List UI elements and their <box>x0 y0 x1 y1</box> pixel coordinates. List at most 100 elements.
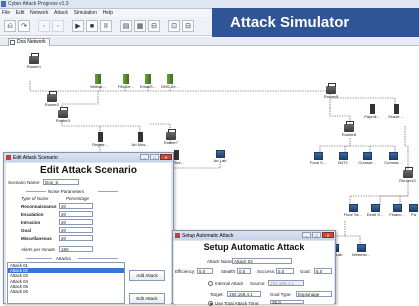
oracle-node[interactable]: Oracle ... <box>384 104 408 119</box>
stealth-input[interactable]: 0.0 <box>237 268 251 274</box>
web-server-node[interactable]: Websit... <box>86 74 110 89</box>
tab-dos-network[interactable]: Dos Network <box>8 38 50 46</box>
food-server-node[interactable]: Food S... <box>306 152 330 165</box>
goal-weight-input[interactable]: 5.0 <box>314 268 332 274</box>
goal-label: Goal <box>21 228 32 233</box>
computer-icon <box>313 152 323 160</box>
pause-button[interactable]: II <box>100 20 112 32</box>
b4t2-node[interactable]: B4T2 <box>332 152 354 165</box>
floor-server-node[interactable]: Floor Se... <box>342 204 364 217</box>
router2-node[interactable]: Router2 <box>40 91 64 107</box>
server-icon <box>123 74 129 84</box>
finance-node[interactable]: Financ... <box>386 204 408 217</box>
server-icon <box>393 104 399 114</box>
scenario-name-input[interactable]: Dos_5 <box>43 179 79 185</box>
intrusion-input[interactable]: 20 <box>59 219 93 225</box>
add-attack-button[interactable]: Add Attack <box>129 270 165 281</box>
menu-simulation[interactable]: Simulation <box>74 10 97 16</box>
escalation-input[interactable]: 20 <box>59 211 93 217</box>
tab-label: Dos Network <box>17 39 46 45</box>
network-view-button[interactable]: ▤ <box>120 20 132 32</box>
dedit-server-node[interactable]: Dedit S... <box>364 204 386 217</box>
minimize-icon[interactable]: – <box>302 232 311 238</box>
router10-node[interactable]: Router10 <box>396 167 419 183</box>
success-label: Success: <box>257 269 276 274</box>
grid-view-button[interactable]: ▦ <box>134 20 146 32</box>
internal-attack-radio[interactable] <box>208 281 213 286</box>
undo-button[interactable]: ⎌ <box>4 20 16 32</box>
noise-separator-left <box>26 191 46 192</box>
webmaster-label: Webmst... <box>352 252 370 257</box>
setup-dialog-heading: Setup Automatic Attack <box>203 242 305 252</box>
reconnaissance-input[interactable]: 20 <box>59 203 93 209</box>
maximize-icon[interactable]: □ <box>312 232 321 238</box>
computer-icon <box>215 150 225 158</box>
target-select[interactable]: 192.168.4.1 <box>227 291 261 297</box>
layout-button[interactable]: ⊟ <box>148 20 160 32</box>
redo-button[interactable]: ↷ <box>18 20 30 32</box>
router-icon <box>47 91 57 102</box>
efficiency-input[interactable]: 5.0 <box>197 268 213 274</box>
tool-button-b[interactable]: ▫ <box>52 20 64 32</box>
menu-file[interactable]: File <box>2 10 10 16</box>
goal-type-select[interactable]: Espionage <box>296 291 332 297</box>
attack-name-input[interactable]: Attack 02 <box>232 258 292 264</box>
settings-button[interactable]: ⊡ <box>168 20 180 32</box>
play-button[interactable]: ▶ <box>72 20 84 32</box>
efficiency-label: Efficiency: <box>175 269 196 274</box>
router5-label: Router5 <box>323 94 339 99</box>
router8-node[interactable]: Router8 <box>338 121 360 137</box>
close-icon[interactable]: ✕ <box>160 154 172 160</box>
payroll-node[interactable]: Payroll... <box>360 104 384 119</box>
computer-icon <box>370 204 380 212</box>
pa-node[interactable]: Pa <box>408 204 419 217</box>
goal-input[interactable]: 20 <box>59 227 93 233</box>
router-icon <box>58 107 68 118</box>
stop-button[interactable]: ■ <box>86 20 98 32</box>
total-time-input[interactable]: 35.0 <box>270 300 304 305</box>
maximize-icon[interactable]: □ <box>150 154 159 160</box>
webmaster-node[interactable]: Webmst... <box>348 244 374 257</box>
comma-node[interactable]: Comma... <box>380 152 406 165</box>
setup-dialog-titlebar: Setup Automatic Attack – □ ✕ <box>173 231 335 240</box>
computer-icon <box>388 152 398 160</box>
miscellaneous-input[interactable]: 20 <box>59 235 93 241</box>
computer-icon <box>356 244 366 252</box>
minimize-icon[interactable]: – <box>140 154 149 160</box>
dns-server-node[interactable]: DNS Se... <box>158 74 182 89</box>
edit-attack-scenario-dialog: Edit Attack Scenario – □ ✕ Edit Attack Sce… <box>3 152 174 304</box>
router7-node[interactable]: Router7 <box>160 129 182 145</box>
email-server-node[interactable]: EmailS... <box>136 74 160 89</box>
crosser-node[interactable]: Crosser... <box>354 152 380 165</box>
edit-attack-button[interactable]: Edit Attack <box>129 293 165 304</box>
menu-help[interactable]: Help <box>103 10 113 16</box>
tool-button-a[interactable]: ▫ <box>38 20 50 32</box>
menu-network[interactable]: Network <box>30 10 48 16</box>
router-icon <box>326 83 336 94</box>
reconnaissance-label: Reconnaissance <box>21 204 57 209</box>
panel-button[interactable]: ⊟ <box>182 20 194 32</box>
menu-edit[interactable]: Edit <box>16 10 25 16</box>
floor-server-label: Floor Se... <box>343 212 363 217</box>
source-label: Source: <box>250 281 266 286</box>
noise-separator-right <box>98 191 118 192</box>
attacks-list[interactable]: Attack 01 Attack 02 Attack 03 Attack 04 … <box>7 262 125 304</box>
pa-label: Pa <box>411 212 416 217</box>
scenario-name-label: Scenario Name: <box>8 180 41 185</box>
router1-node[interactable]: Router1 <box>24 53 44 69</box>
menu-attack[interactable]: Attack <box>54 10 68 16</box>
art-museum-node[interactable]: Art Mus... <box>128 132 152 147</box>
art-lab-node[interactable]: Art Lab <box>208 150 232 163</box>
registrar-node[interactable]: Registr... <box>88 132 112 147</box>
computer-icon <box>348 204 358 212</box>
router3-node[interactable]: Router3 <box>52 107 74 123</box>
source-select[interactable]: 192.168.4.1 <box>268 280 304 286</box>
file-server-node[interactable]: FileSer... <box>114 74 138 89</box>
setup-dialog-body: Setup Automatic Attack Attack Name: Atta… <box>174 241 334 306</box>
edit-dialog-heading: Edit Attack Scenario <box>40 165 137 176</box>
close-icon[interactable]: ✕ <box>322 232 334 238</box>
router5-node[interactable]: Router5 <box>320 83 342 99</box>
success-input[interactable]: 5.0 <box>276 268 294 274</box>
attack-list-item[interactable]: Attack 06 <box>8 289 124 294</box>
alerts-per-minute-input[interactable]: 150 <box>59 246 93 252</box>
